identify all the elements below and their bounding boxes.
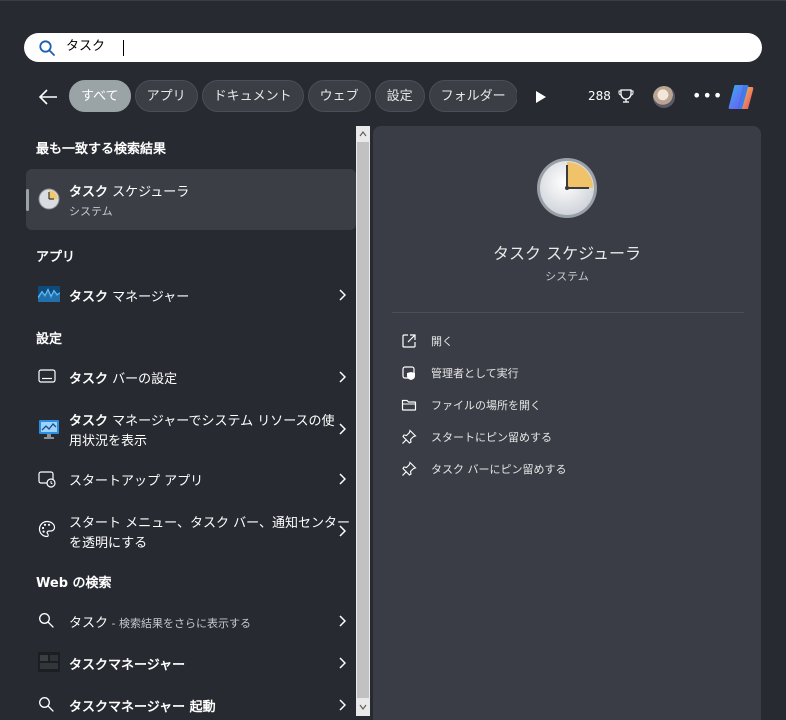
folder-icon [401, 399, 417, 411]
settings-item-label: タスク バーの設定 [69, 372, 178, 387]
more-options-icon[interactable]: ••• [692, 86, 722, 108]
chevron-right-icon [339, 525, 346, 537]
startup-apps-icon [38, 471, 56, 488]
taskbar-settings-icon [38, 369, 56, 383]
filter-chips: すべてアプリドキュメントウェブ設定フォルダー写真 [69, 80, 517, 114]
chip-apps[interactable]: アプリ [134, 80, 198, 112]
app-item-label: タスク マネージャー [69, 290, 190, 305]
settings-item-label: スタート メニュー、タスク バー、通知センター [69, 516, 351, 531]
more-filters-play-icon[interactable] [535, 90, 547, 104]
search-icon [39, 697, 54, 712]
chevron-right-icon [339, 371, 346, 383]
action-run-as-admin[interactable]: 管理者として実行 [401, 361, 741, 385]
back-arrow-icon[interactable] [36, 86, 60, 108]
results-list: 最も一致する検索結果 タスク スケジューラ システム アプリ タスク マネージャ… [26, 126, 356, 720]
pin-icon [402, 461, 417, 476]
web-result-thumbnail-icon [38, 652, 60, 672]
settings-item-label: タスク マネージャーでシステム リソースの使 [69, 414, 335, 429]
chip-all[interactable]: すべて [69, 80, 131, 112]
settings-item-label-line2: を透明にする [69, 536, 148, 551]
action-label: タスク バーにピン留めする [431, 463, 567, 476]
web-item-task[interactable]: タスク - 検索結果をさらに表示する [26, 610, 356, 632]
action-label: 管理者として実行 [431, 367, 519, 380]
action-label: 開く [431, 335, 453, 348]
admin-shield-icon [402, 366, 415, 380]
best-match-title: タスク スケジューラ [69, 185, 190, 200]
pin-icon [402, 429, 417, 444]
best-match-heading: 最も一致する検索結果 [36, 142, 167, 157]
task-scheduler-clock-icon [38, 188, 60, 210]
chip-documents[interactable]: ドキュメント [201, 80, 304, 112]
chevron-right-icon [339, 473, 346, 485]
web-item-task-manager[interactable]: タスクマネージャー [26, 652, 356, 674]
settings-item-resource-usage[interactable]: タスク マネージャーでシステム リソースの使 用状況を表示 [26, 408, 356, 450]
settings-item-label: スタートアップ アプリ [69, 474, 204, 489]
settings-heading: 設定 [36, 332, 63, 347]
web-item-label: タスク - 検索結果をさらに表示する [69, 616, 251, 631]
rewards-points: 288 [588, 89, 611, 103]
search-icon [39, 613, 54, 628]
scroll-down-arrow-icon[interactable] [359, 703, 367, 711]
action-open[interactable]: 開く [401, 329, 741, 353]
search-icon [39, 40, 55, 56]
chevron-right-icon [339, 657, 346, 669]
web-item-label: タスクマネージャー [69, 658, 186, 673]
preview-divider [392, 312, 744, 313]
palette-icon [38, 520, 56, 538]
task-manager-icon [38, 286, 60, 302]
app-item-task-manager[interactable]: タスク マネージャー [26, 284, 356, 306]
window-edge [0, 0, 786, 1]
best-match-subtitle: システム [69, 205, 113, 218]
web-item-task-manager-launch[interactable]: タスクマネージャー 起動 [26, 694, 356, 716]
action-label: ファイルの場所を開く [431, 399, 541, 412]
preview-panel: タスク スケジューラ システム 開く 管理者として実行 ファイルの場所を開く ス… [373, 126, 761, 720]
open-external-icon [402, 334, 416, 348]
action-pin-to-start[interactable]: スタートにピン留めする [401, 425, 741, 449]
chevron-right-icon [339, 423, 346, 435]
settings-item-taskbar[interactable]: タスク バーの設定 [26, 366, 356, 388]
preview-title: タスク スケジューラ [493, 244, 641, 263]
user-avatar[interactable] [653, 86, 675, 108]
monitor-resource-icon [39, 420, 59, 439]
chevron-right-icon [339, 699, 346, 711]
chip-folders[interactable]: フォルダー [428, 80, 517, 112]
chevron-right-icon [339, 289, 346, 301]
action-open-file-location[interactable]: ファイルの場所を開く [401, 393, 741, 417]
text-caret [123, 40, 124, 56]
copilot-icon[interactable] [726, 82, 756, 112]
scroll-up-arrow-icon[interactable] [359, 130, 367, 138]
results-scrollbar[interactable] [356, 126, 370, 716]
web-search-heading: Web の検索 [36, 576, 112, 591]
best-match-item[interactable]: タスク スケジューラ システム [26, 169, 356, 230]
apps-heading: アプリ [36, 250, 76, 265]
search-input[interactable] [66, 36, 666, 58]
settings-item-transparency[interactable]: スタート メニュー、タスク バー、通知センター を透明にする [26, 510, 356, 552]
action-label: スタートにピン留めする [431, 431, 552, 444]
settings-item-startup-apps[interactable]: スタートアップ アプリ [26, 468, 356, 490]
chip-settings[interactable]: 設定 [374, 80, 425, 112]
action-pin-to-taskbar[interactable]: タスク バーにピン留めする [401, 457, 741, 481]
chip-web[interactable]: ウェブ [307, 80, 371, 112]
search-box[interactable] [24, 33, 762, 62]
task-scheduler-clock-icon [537, 158, 597, 218]
scroll-thumb[interactable] [357, 142, 369, 698]
preview-subtitle: システム [545, 270, 589, 283]
rewards-trophy-icon[interactable] [618, 88, 634, 104]
search-window: すべてアプリドキュメントウェブ設定フォルダー写真 288 ••• 最も一致する検… [0, 0, 786, 720]
selection-accent [26, 189, 29, 211]
settings-item-label-line2: 用状況を表示 [69, 434, 148, 449]
chevron-right-icon [339, 615, 346, 627]
web-item-label: タスクマネージャー 起動 [69, 700, 216, 715]
